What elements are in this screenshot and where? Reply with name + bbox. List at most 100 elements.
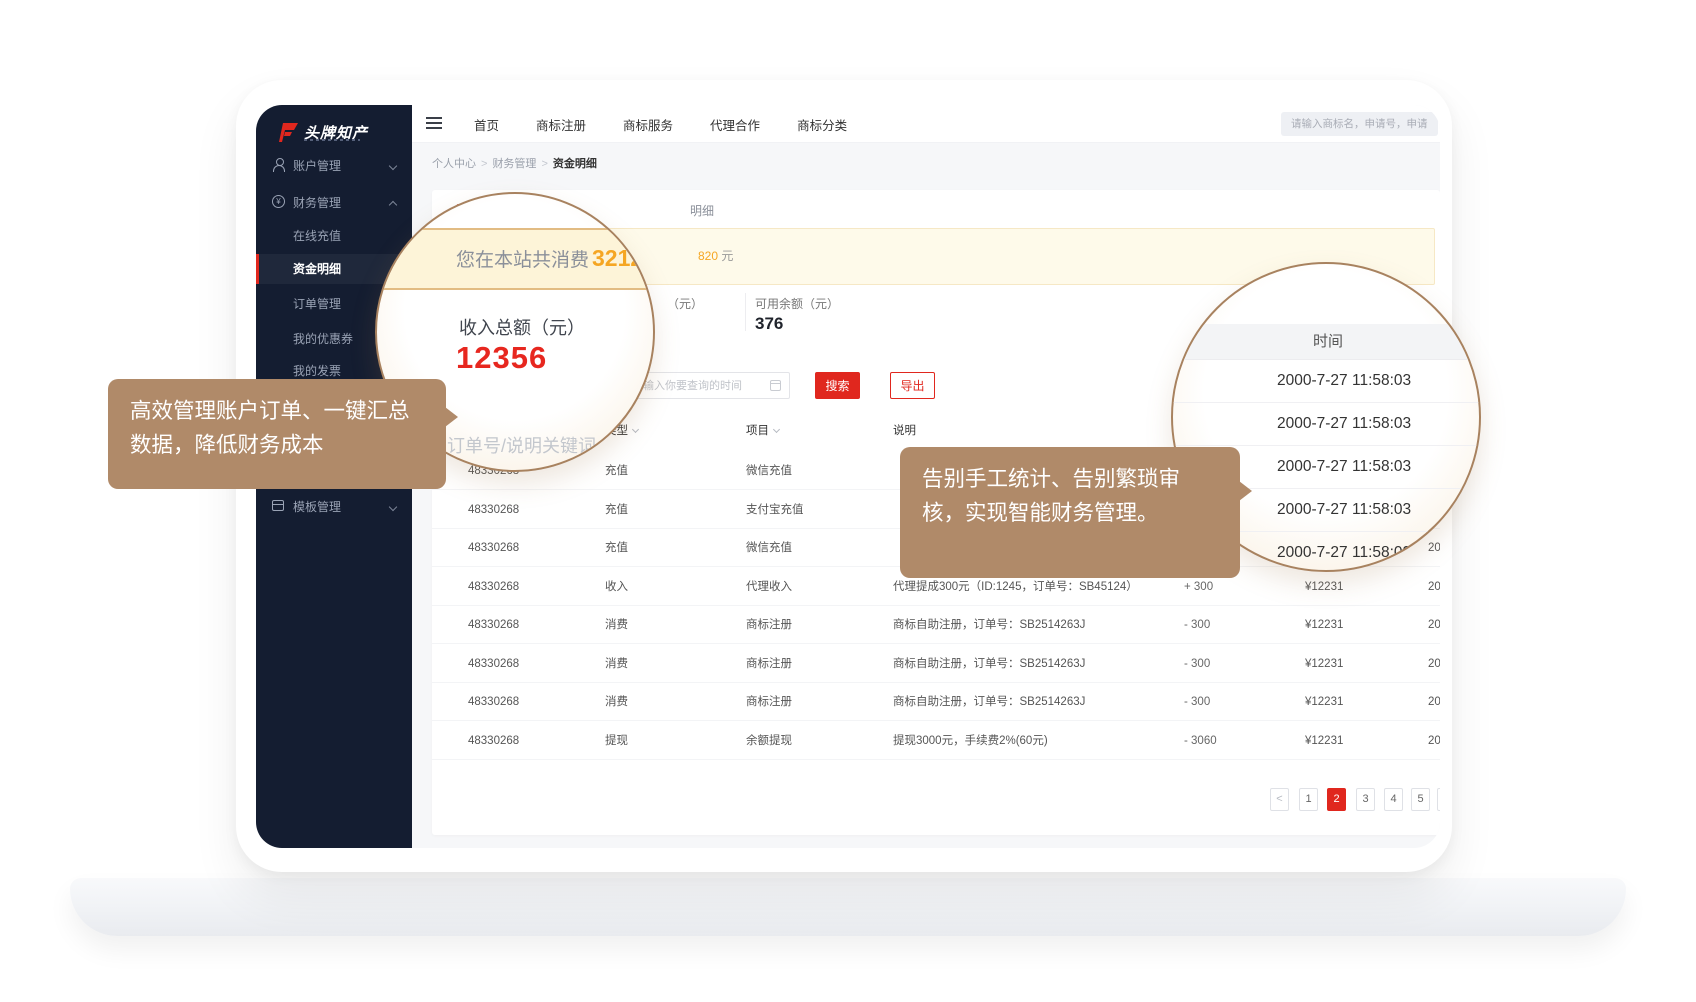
nav-trademark-service[interactable]: 商标服务: [623, 115, 673, 134]
search-button[interactable]: 搜索: [815, 372, 860, 399]
cell-project: 商标注册: [746, 683, 792, 721]
magnified-time-row: 2000-7-27 11:58:03: [1277, 360, 1481, 402]
cell-time: 2000-7-27 11:58:03: [1428, 645, 1440, 683]
cell-type: 消费: [605, 683, 628, 721]
user-icon: [272, 158, 285, 171]
sidebar-item-label: 订单管理: [293, 289, 341, 319]
sidebar-item-account[interactable]: 账户管理: [256, 151, 412, 181]
breadcrumb-part[interactable]: 个人中心: [432, 158, 476, 170]
cell-order: 48330268: [468, 568, 519, 606]
magnified-banner-text: 您在本站共消费32124元: [456, 245, 655, 272]
pagination-next[interactable]: >: [1437, 788, 1440, 811]
cell-time: 2000-7-27 11:58:03: [1428, 722, 1440, 760]
cell-order: 48330268: [468, 529, 519, 567]
top-nav: 首页 商标注册 商标服务 代理合作 商标分类: [474, 105, 847, 143]
callout-left: 高效管理账户订单、一键汇总数据，降低财务成本: [108, 379, 446, 489]
cell-balance: ¥12231: [1305, 683, 1343, 721]
table-row: 48330268 消费 商标注册 商标自助注册，订单号：SB2514263J -…: [432, 683, 1440, 721]
table-header-project[interactable]: 项目: [746, 422, 779, 438]
cell-balance: ¥12231: [1305, 606, 1343, 644]
brand-logo: 头牌知产: [276, 117, 368, 147]
active-indicator: [256, 254, 259, 284]
nav-agency[interactable]: 代理合作: [710, 115, 760, 134]
nav-trademark-category[interactable]: 商标分类: [797, 115, 847, 134]
date-query-input[interactable]: [632, 372, 790, 399]
cell-project: 微信充值: [746, 529, 792, 567]
sidebar-item-templates[interactable]: 模板管理: [256, 492, 412, 522]
cell-type: 提现: [605, 722, 628, 760]
cell-balance: ¥12231: [1305, 722, 1343, 760]
cell-amount: - 300: [1184, 645, 1210, 683]
cell-time: 2000-7-27 11:58:03: [1428, 683, 1440, 721]
chevron-down-icon: [389, 162, 397, 170]
cell-type: 充值: [605, 529, 628, 567]
cell-project: 余额提现: [746, 722, 792, 760]
page: 头牌知产 账户管理 ¥ 财务管理 在线充值 资金明细 订单管理: [0, 0, 1696, 1002]
cell-amount: - 300: [1184, 606, 1210, 644]
consumption-banner-fragment: 820 元: [698, 229, 733, 284]
nav-home[interactable]: 首页: [474, 115, 499, 134]
cell-time: 2000-7-27 11:58:03: [1428, 568, 1440, 606]
cell-project: 代理收入: [746, 568, 792, 606]
sort-caret-icon: [632, 426, 639, 433]
chevron-down-icon: [389, 503, 397, 511]
available-balance-label: 可用余额（元）: [755, 295, 839, 312]
cell-type: 消费: [605, 645, 628, 683]
cell-order: 48330268: [468, 491, 519, 529]
sidebar-item-label: 我的优惠券: [293, 324, 353, 354]
template-icon: [272, 500, 284, 511]
nav-trademark-register[interactable]: 商标注册: [536, 115, 586, 134]
magnified-income-label: 收入总额（元）: [459, 314, 585, 340]
export-button[interactable]: 导出: [890, 372, 935, 399]
pagination-page-1[interactable]: 1: [1299, 788, 1318, 811]
hamburger-menu-icon[interactable]: [426, 117, 442, 130]
sidebar-item-label: 资金明细: [293, 254, 341, 284]
magnified-income-value: 12356: [456, 340, 547, 376]
global-search-input[interactable]: [1281, 112, 1438, 136]
breadcrumb: 个人中心>财务管理>资金明细: [432, 155, 597, 171]
cell-type: 充值: [605, 452, 628, 490]
pagination-page-4[interactable]: 4: [1384, 788, 1403, 811]
cell-project: 支付宝充值: [746, 491, 804, 529]
stat-middle-label-fragment: （元）: [667, 295, 703, 312]
laptop-base: [70, 878, 1626, 936]
cell-order: 48330268: [468, 683, 519, 721]
calendar-icon[interactable]: [770, 380, 781, 391]
table-header-desc: 说明: [893, 422, 916, 438]
magnified-time-row: 2000-7-27 11:58:03: [1277, 489, 1481, 531]
brand-tagline-dots: [304, 139, 360, 141]
cell-amount: - 3060: [1184, 722, 1217, 760]
tab-secondary[interactable]: 明细: [690, 202, 714, 219]
cell-order: 48330268: [468, 606, 519, 644]
breadcrumb-part[interactable]: 财务管理: [492, 158, 536, 170]
sidebar-item-label: 账户管理: [293, 151, 341, 181]
sidebar-item-finance[interactable]: ¥ 财务管理: [256, 188, 412, 218]
pagination-page-2[interactable]: 2: [1327, 788, 1346, 811]
breadcrumb-current: 资金明细: [553, 158, 597, 170]
brand-logo-icon: [276, 123, 298, 142]
cell-desc: 提现3000元，手续费2%(60元): [893, 722, 1048, 760]
pagination-page-3[interactable]: 3: [1356, 788, 1375, 811]
sort-caret-icon: [773, 426, 780, 433]
magnified-time-header: 时间: [1173, 324, 1481, 360]
cell-balance: ¥12231: [1305, 568, 1343, 606]
cell-order: 48330268: [468, 645, 519, 683]
cell-project: 微信充值: [746, 452, 792, 490]
cell-type: 消费: [605, 606, 628, 644]
cell-project: 商标注册: [746, 645, 792, 683]
magnified-keyword-placeholder: 订单号/说明关键词: [447, 432, 596, 458]
chevron-up-icon: [389, 201, 397, 209]
pagination-page-5[interactable]: 5: [1411, 788, 1430, 811]
sidebar-item-label: 财务管理: [293, 188, 341, 218]
sidebar-item-label: 模板管理: [293, 492, 341, 522]
finance-icon: ¥: [272, 195, 285, 208]
table-row: 48330268 消费 商标注册 商标自助注册，订单号：SB2514263J -…: [432, 606, 1440, 644]
cell-desc: 商标自助注册，订单号：SB2514263J: [893, 606, 1085, 644]
pagination-prev[interactable]: <: [1270, 788, 1289, 811]
cell-balance: ¥12231: [1305, 645, 1343, 683]
cell-order: 48330268: [468, 722, 519, 760]
magnified-time-row: 2000-7-27 11:58:03: [1277, 532, 1481, 572]
magnified-time-row: 2000-7-27 11:58:03: [1277, 403, 1481, 445]
cell-time: 2000-7-27 11:58:03: [1428, 606, 1440, 644]
available-balance-value: 376: [755, 314, 783, 334]
